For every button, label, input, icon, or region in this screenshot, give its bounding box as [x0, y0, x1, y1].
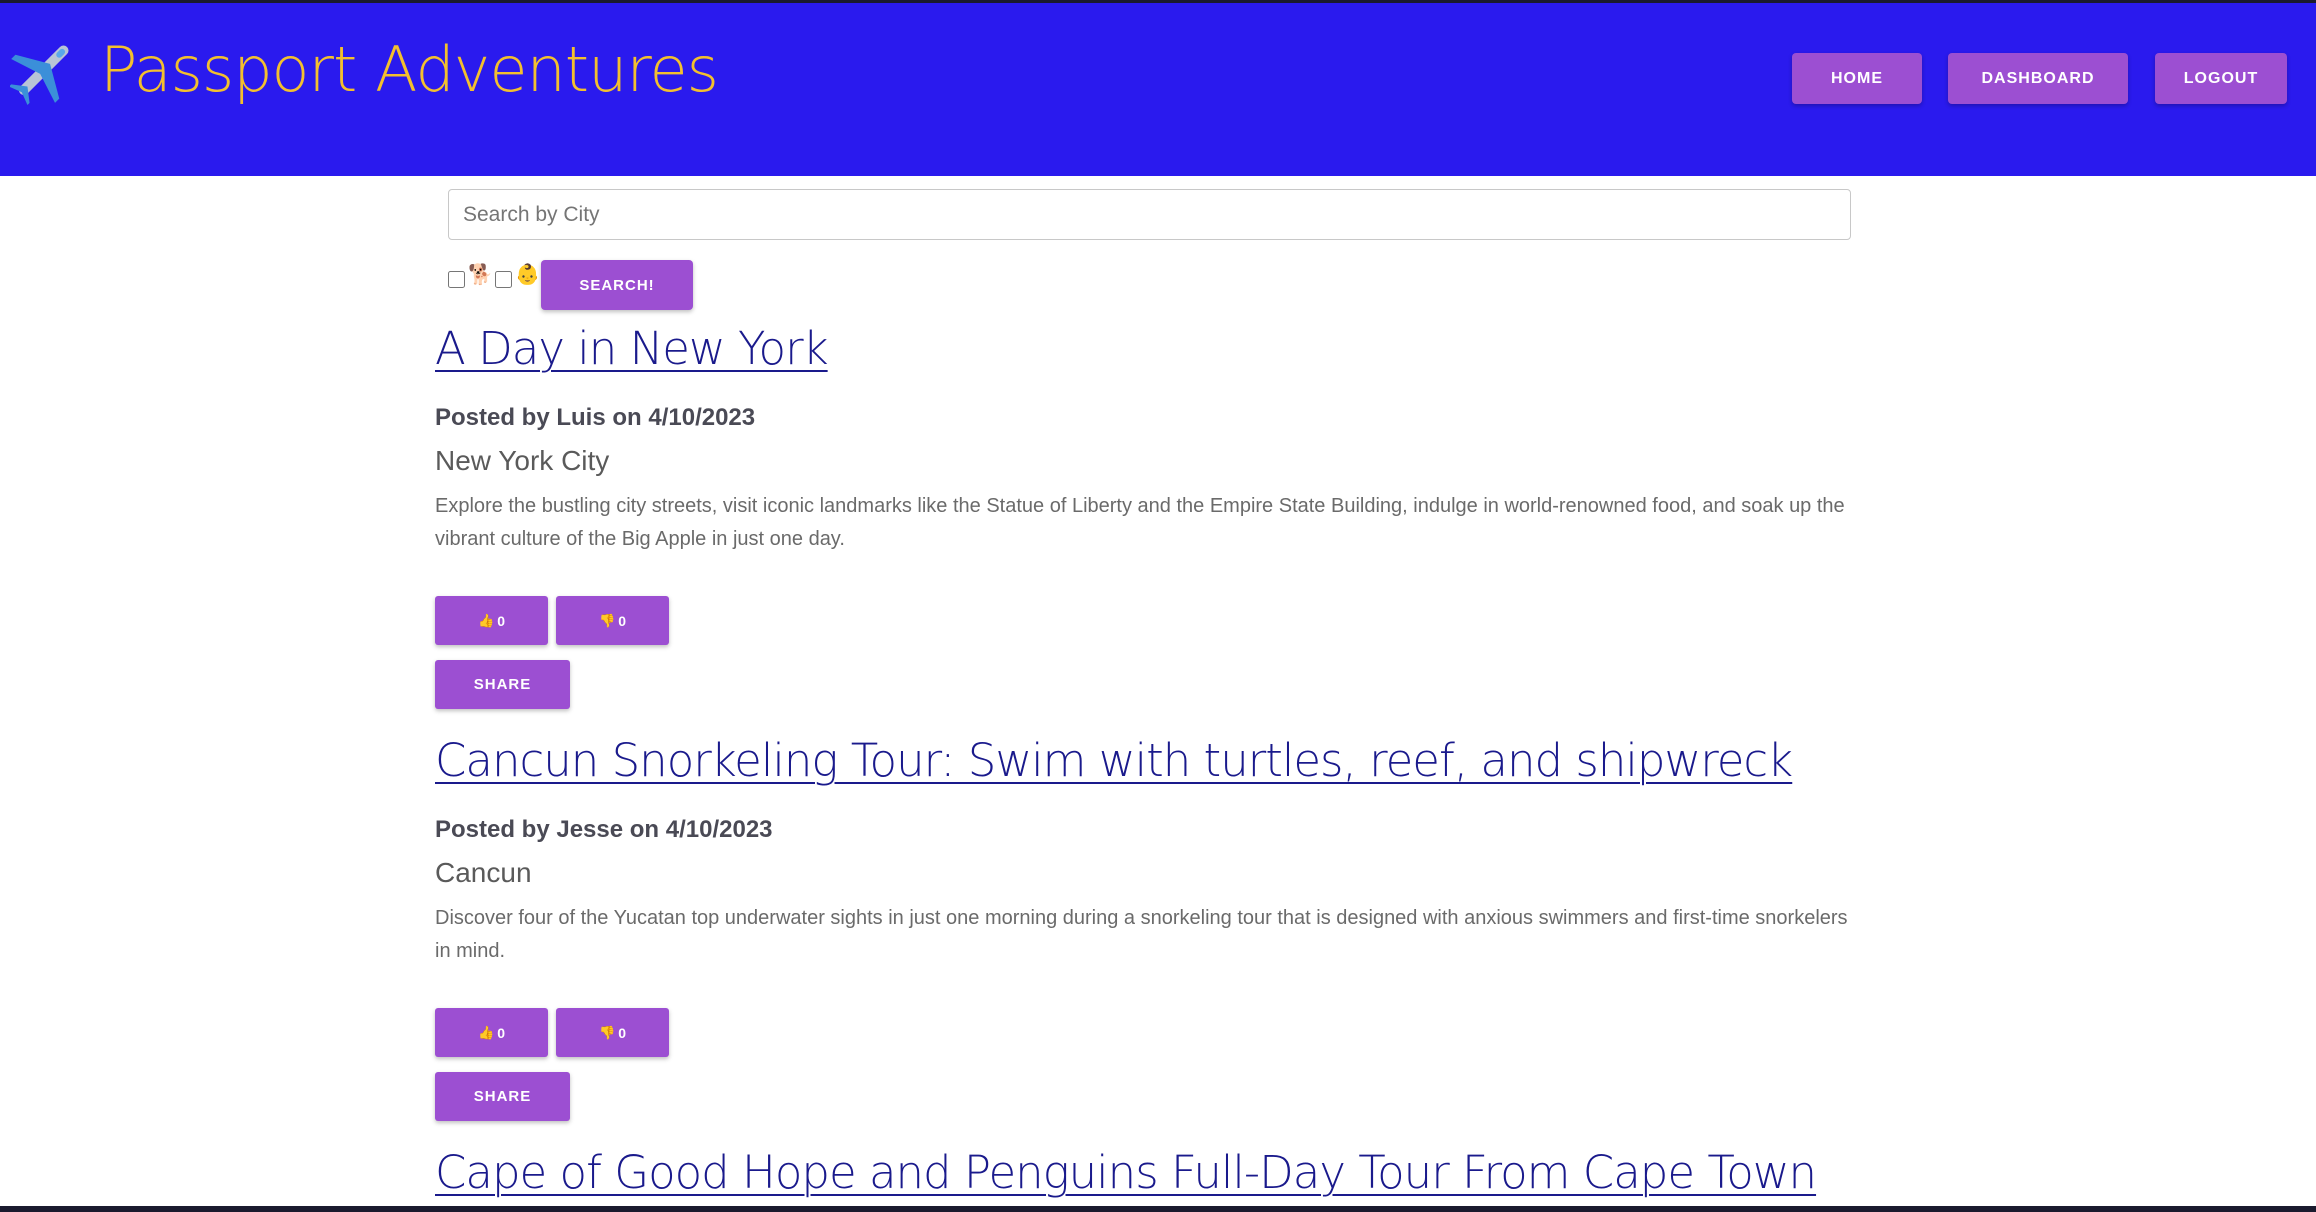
share-button[interactable]: SHARE: [435, 660, 570, 709]
baby-filter-checkbox[interactable]: [495, 271, 512, 288]
window-bottom-border: [0, 1206, 2316, 1212]
like-count: 0: [497, 1024, 505, 1041]
thumbs-down-icon: 👎: [599, 1024, 616, 1040]
search-button[interactable]: SEARCH!: [541, 260, 693, 310]
thumbs-up-icon: 👍: [478, 1024, 495, 1040]
dog-icon: 🐕: [468, 264, 493, 286]
logout-button[interactable]: LOGOUT: [2155, 53, 2287, 104]
post-meta: Posted by Jesse on 4/10/2023: [435, 816, 773, 843]
home-button[interactable]: HOME: [1792, 53, 1922, 104]
brand-title[interactable]: Passport Adventures: [100, 33, 719, 106]
site-header: Passport Adventures HOME DASHBOARD LOGOU…: [0, 3, 2316, 176]
post-meta: Posted by Luis on 4/10/2023: [435, 404, 756, 431]
dislike-button[interactable]: 👎 0: [556, 596, 669, 645]
airplane-icon: [10, 45, 69, 105]
post-title-link[interactable]: Cancun Snorkeling Tour: Swim with turtle…: [435, 734, 1793, 787]
post-city: New York City: [435, 445, 610, 476]
post-city: Cancun: [435, 857, 532, 888]
post-description: Explore the bustling city streets, visit…: [435, 495, 1845, 550]
thumbs-down-icon: 👎: [599, 612, 616, 628]
thumbs-up-icon: 👍: [478, 612, 495, 628]
like-button[interactable]: 👍 0: [435, 596, 548, 645]
dislike-button[interactable]: 👎 0: [556, 1008, 669, 1057]
dislike-count: 0: [618, 612, 626, 629]
post-description: Discover four of the Yucatan top underwa…: [435, 907, 1848, 962]
dog-filter-checkbox[interactable]: [448, 271, 465, 288]
like-button[interactable]: 👍 0: [435, 1008, 548, 1057]
post-title-link[interactable]: Cape of Good Hope and Penguins Full-Day …: [435, 1146, 1817, 1199]
share-button[interactable]: SHARE: [435, 1072, 570, 1121]
like-count: 0: [497, 612, 505, 629]
baby-icon: 👶: [515, 264, 540, 286]
city-search-input[interactable]: [448, 189, 1851, 240]
dislike-count: 0: [618, 1024, 626, 1041]
dashboard-button[interactable]: DASHBOARD: [1948, 53, 2128, 104]
post-title-link[interactable]: A Day in New York: [435, 322, 829, 375]
